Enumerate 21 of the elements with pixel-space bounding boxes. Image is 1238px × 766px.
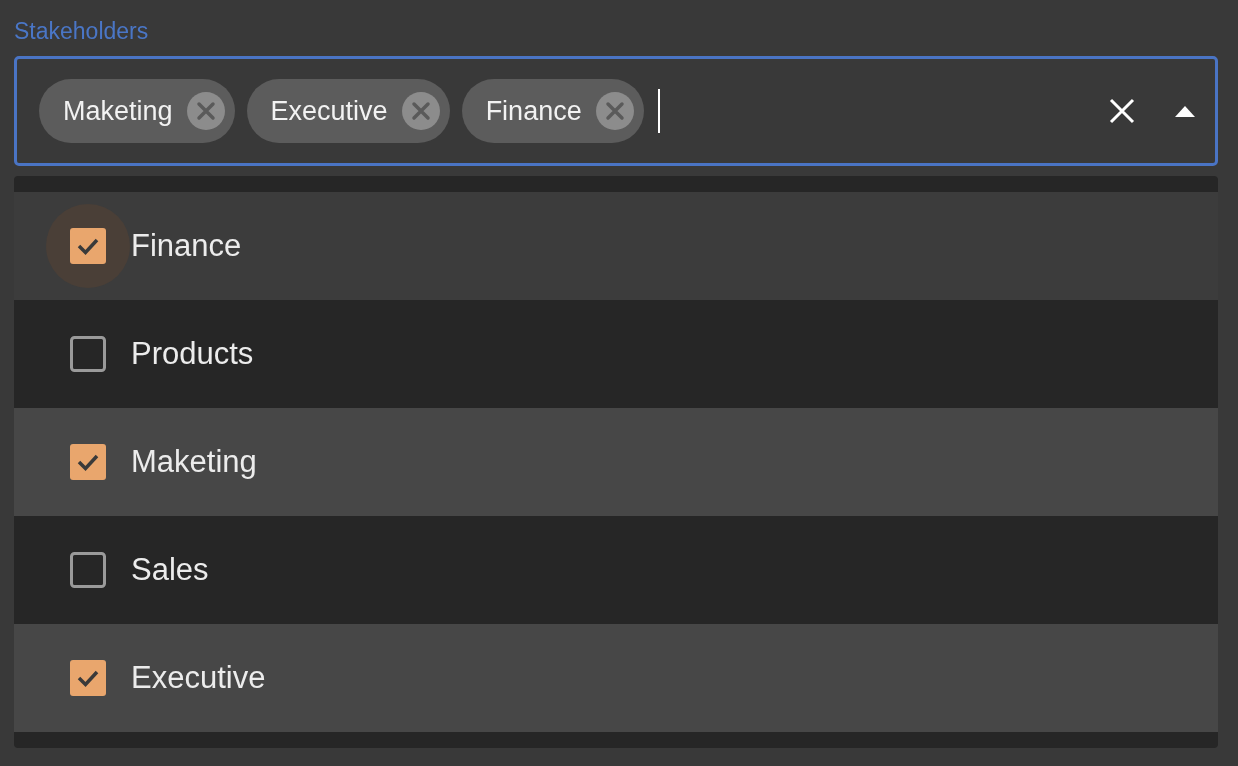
option-label: Maketing (131, 444, 257, 480)
chip-label: Executive (270, 95, 388, 127)
field-label: Stakeholders (14, 17, 149, 46)
multi-select-field[interactable]: Maketing Executive Finance (14, 56, 1218, 166)
option-label: Sales (131, 552, 209, 588)
checkbox[interactable] (70, 552, 106, 588)
checkbox[interactable] (70, 336, 106, 372)
checkbox[interactable] (70, 660, 106, 696)
chip-label: Maketing (63, 95, 173, 127)
close-icon[interactable] (1109, 98, 1135, 124)
checkbox[interactable] (70, 444, 106, 480)
option-label: Executive (131, 660, 266, 696)
option-label: Finance (131, 228, 242, 264)
chip-label: Finance (485, 95, 582, 127)
caret-icon[interactable] (1175, 105, 1195, 117)
text-cursor (657, 89, 660, 133)
checkbox[interactable] (70, 228, 106, 264)
option-row[interactable]: Finance (14, 192, 1218, 300)
option-label: Products (131, 336, 254, 372)
option-row[interactable]: Executive (14, 624, 1218, 732)
option-row[interactable]: Maketing (14, 408, 1218, 516)
